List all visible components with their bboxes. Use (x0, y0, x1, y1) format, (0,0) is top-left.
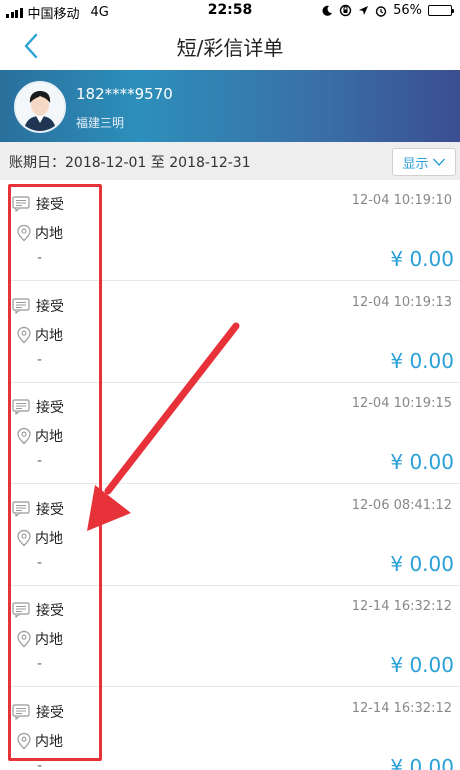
show-dropdown-button[interactable]: 显示 (392, 148, 456, 176)
list-item[interactable]: 接受 内地 - 12-06 08:41:12 ¥ 0.00 (0, 485, 460, 586)
record-time: 12-14 16:32:12 (351, 700, 452, 716)
record-region: 内地 (16, 223, 63, 243)
record-type: 接受 (12, 499, 64, 519)
record-type: 接受 (12, 702, 64, 722)
record-region-label: 内地 (35, 733, 63, 750)
billing-period: 账期日：2018-12-01 至 2018-12-31 (9, 155, 251, 171)
record-region: 内地 (16, 426, 63, 446)
record-note: - (37, 554, 43, 571)
record-region-label: 内地 (35, 530, 63, 547)
record-type: 接受 (12, 397, 64, 417)
page-title: 短/彩信详单 (176, 36, 284, 60)
record-region: 内地 (16, 528, 63, 548)
battery-percent: 56% (393, 3, 422, 18)
record-time: 12-04 10:19:10 (351, 193, 452, 208)
record-amount: ¥ 0.00 (390, 348, 454, 373)
list-item[interactable]: 接受 内地 - 12-04 10:19:10 ¥ 0.00 (0, 180, 460, 281)
account-location: 福建三明 (76, 116, 125, 130)
list-item[interactable]: 接受 内地 - 12-04 10:19:15 ¥ 0.00 (0, 383, 460, 484)
location-pin-icon (17, 326, 31, 343)
nav-bar: 短/彩信详单 (0, 22, 460, 70)
record-region: 内地 (16, 629, 63, 649)
orientation-lock-icon (339, 4, 352, 17)
record-time: 12-06 08:41:12 (351, 497, 452, 513)
location-arrow-icon (359, 6, 369, 15)
record-type-label: 接受 (36, 501, 64, 518)
record-type: 接受 (12, 194, 64, 214)
record-type-label: 接受 (36, 603, 64, 619)
record-type-label: 接受 (36, 298, 64, 315)
record-note: - (37, 453, 43, 469)
record-type-label: 接受 (36, 704, 64, 721)
record-note: - (37, 250, 43, 266)
record-time: 12-04 10:19:15 (351, 396, 452, 411)
record-amount: ¥ 0.00 (390, 247, 454, 271)
list-item[interactable]: 接受 内地 - 12-04 10:19:13 ¥ 0.00 (0, 282, 460, 383)
list-item[interactable]: 接受 内地 - 12-14 16:32:12 ¥ 0.00 (0, 688, 460, 770)
location-pin-icon (17, 224, 31, 242)
record-region-label: 内地 (35, 327, 63, 344)
location-pin-icon (17, 630, 31, 648)
user-avatar-icon (16, 83, 64, 131)
record-type: 接受 (12, 296, 64, 316)
record-region-label: 内地 (35, 226, 63, 242)
record-amount: ¥ 0.00 (390, 450, 454, 474)
billing-period-bar: 账期日：2018-12-01 至 2018-12-31 显示 (0, 142, 460, 180)
record-note: - (37, 656, 43, 672)
message-icon (12, 297, 30, 314)
record-amount: ¥ 0.00 (390, 754, 454, 770)
message-icon (12, 703, 30, 720)
message-icon (12, 399, 30, 415)
chevron-down-icon (432, 158, 445, 167)
message-icon (12, 196, 30, 212)
record-type: 接受 (12, 600, 64, 620)
record-region-label: 内地 (35, 632, 63, 648)
record-time: 12-14 16:32:12 (351, 599, 452, 614)
status-bar: 中国移动 4G 22:58 56% (0, 0, 460, 22)
message-icon (12, 602, 30, 618)
record-region-label: 内地 (35, 429, 63, 445)
phone-number: 182****9570 (76, 85, 173, 103)
record-time: 12-04 10:19:13 (351, 294, 452, 310)
alarm-icon (375, 5, 387, 17)
message-icon (12, 500, 30, 517)
record-type-label: 接受 (36, 400, 64, 416)
record-type-label: 接受 (36, 197, 64, 213)
record-note: - (37, 757, 43, 770)
record-note: - (37, 351, 43, 368)
location-pin-icon (17, 732, 31, 749)
sms-record-list[interactable]: 接受 内地 - 12-04 10:19:10 ¥ 0.00 接受 内地 - 12… (0, 180, 460, 770)
show-button-label: 显示 (402, 156, 429, 172)
record-amount: ¥ 0.00 (390, 653, 454, 677)
status-right: 56% (321, 3, 454, 18)
list-item[interactable]: 接受 内地 - 12-14 16:32:12 ¥ 0.00 (0, 586, 460, 687)
location-pin-icon (17, 529, 31, 546)
location-pin-icon (17, 427, 31, 445)
record-region: 内地 (16, 731, 63, 751)
battery-icon (428, 5, 454, 16)
avatar (14, 81, 66, 133)
moon-icon (322, 5, 333, 16)
record-region: 内地 (16, 325, 63, 345)
profile-banner: 182****9570 福建三明 (0, 70, 460, 142)
record-amount: ¥ 0.00 (390, 551, 454, 576)
